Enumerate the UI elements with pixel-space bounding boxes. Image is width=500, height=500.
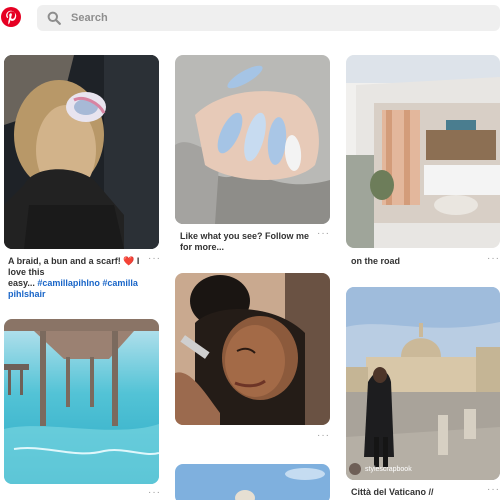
caption-line: love this [8, 267, 45, 277]
pin-caption[interactable]: on the road [351, 256, 471, 267]
pin-credit: stylescrapbook [365, 466, 412, 473]
more-options-icon[interactable]: ··· [317, 229, 330, 239]
caption-line: Città del Vaticano // [351, 487, 434, 497]
pin-card[interactable]: on the road ··· [346, 55, 500, 270]
pin-caption[interactable]: Like what you see? Follow me for more... [180, 231, 315, 253]
pin-image[interactable] [346, 55, 500, 248]
pin-card[interactable]: Like what you see? Follow me for more...… [175, 55, 330, 255]
pin-image[interactable] [175, 464, 330, 500]
search-icon [47, 11, 61, 25]
more-options-icon[interactable]: ··· [148, 488, 161, 498]
more-options-icon[interactable]: ··· [317, 431, 330, 441]
pin-image[interactable] [175, 55, 330, 224]
pin-image[interactable] [346, 287, 500, 480]
search-input[interactable]: Search [71, 11, 108, 25]
top-header: Search [0, 0, 500, 36]
hashtag-link[interactable]: pihlshair [8, 289, 156, 300]
pin-card[interactable]: A braid, a bun and a scarf! ❤️ I love th… [4, 55, 161, 299]
pin-card[interactable]: ··· [175, 273, 330, 445]
more-options-icon[interactable]: ··· [487, 485, 500, 495]
caption-prefix: easy... [8, 278, 35, 288]
pin-image[interactable] [4, 55, 159, 249]
more-options-icon[interactable]: ··· [148, 254, 161, 264]
pin-card[interactable]: stylescrapbook Città del Vaticano // ··· [346, 287, 500, 500]
caption-line: on the road [351, 256, 400, 266]
pin-image[interactable] [4, 319, 159, 484]
pin-caption[interactable]: Città del Vaticano // [351, 487, 481, 498]
pinterest-logo-icon[interactable] [0, 6, 22, 28]
caption-line: Like what you see? Follow me [180, 231, 310, 241]
more-options-icon[interactable]: ··· [487, 254, 500, 264]
hashtag-link[interactable]: #camillapihlno #camilla [37, 278, 138, 288]
pin-caption[interactable]: A braid, a bun and a scarf! ❤️ I love th… [8, 256, 156, 300]
caption-line: for more... [180, 242, 225, 252]
pin-card[interactable] [175, 464, 330, 500]
search-bar[interactable]: Search [37, 5, 500, 31]
caption-line: easy... #camillapihlno #camilla [8, 278, 156, 289]
pin-card[interactable]: ··· [4, 319, 161, 500]
pin-image[interactable] [175, 273, 330, 425]
caption-line: A braid, a bun and a scarf! ❤️ I [8, 256, 140, 266]
